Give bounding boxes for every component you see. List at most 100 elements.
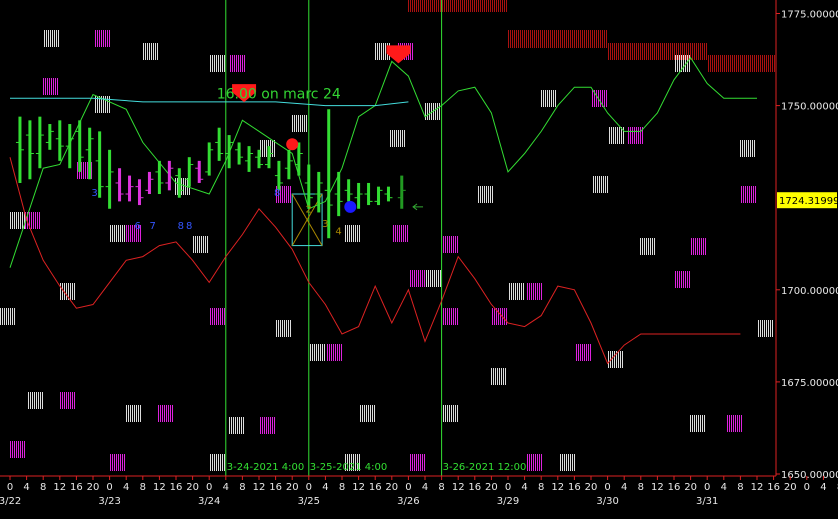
ohlc-bar <box>364 182 373 206</box>
wave-label: 8 <box>178 221 184 232</box>
x-hour-label: 4 <box>621 482 627 493</box>
x-hour-label: 4 <box>322 482 328 493</box>
x-hour-label: 8 <box>239 482 245 493</box>
x-hour-label: 4 <box>721 482 727 493</box>
signal-dot-icon <box>344 200 357 213</box>
vertical-line-label: 3-24-2021 4:00 <box>227 462 304 473</box>
ohlc-bar <box>145 171 154 195</box>
x-hour-label: 8 <box>438 482 444 493</box>
x-hour-label: 8 <box>140 482 146 493</box>
series-line-2 <box>10 97 409 107</box>
ohlc-bar <box>65 124 74 169</box>
x-hour-label: 0 <box>704 482 710 493</box>
x-hour-label: 12 <box>53 482 66 493</box>
x-hour-label: 16 <box>468 482 481 493</box>
ohlc-bar <box>344 179 353 202</box>
ohlc-bar <box>165 160 174 191</box>
x-hour-label: 20 <box>585 482 598 493</box>
x-hour-label: 4 <box>223 482 229 493</box>
x-hour-label: 8 <box>737 482 743 493</box>
wave-label: 2 <box>305 204 311 215</box>
chart-annotation: 16.00 on marc 24 <box>217 87 341 103</box>
ohlc-bar <box>314 171 323 213</box>
ohlc-bar <box>225 135 234 169</box>
x-hour-label: 16 <box>668 482 681 493</box>
ohlc-bar <box>135 179 144 206</box>
y-tick-label: 1700.00000 <box>781 286 838 297</box>
x-hour-label: 20 <box>385 482 398 493</box>
ohlc-bar <box>125 175 134 202</box>
x-hour-label: 16 <box>70 482 83 493</box>
x-hour-label: 20 <box>485 482 498 493</box>
ohlc-bar <box>115 168 124 202</box>
ohlc-bar <box>384 186 393 202</box>
x-hour-label: 20 <box>87 482 100 493</box>
ohlc-bar <box>235 142 244 165</box>
x-hour-label: 16 <box>369 482 382 493</box>
ohlc-bar <box>397 175 406 209</box>
x-hour-label: 4 <box>123 482 129 493</box>
x-hour-label: 4 <box>422 482 428 493</box>
x-hour-label: 4 <box>23 482 29 493</box>
x-hour-label: 20 <box>286 482 299 493</box>
down-arrow-icon <box>386 45 411 64</box>
x-hour-label: 20 <box>784 482 797 493</box>
x-hour-label: 12 <box>551 482 564 493</box>
ohlc-bar <box>25 120 34 180</box>
ohlc-bar <box>35 116 44 169</box>
x-hour-label: 0 <box>405 482 411 493</box>
chart-canvas: 3-24-2021 4:00 3-25-2021 4:00 3-26-2021 12… <box>0 0 838 507</box>
wave-label: 8 <box>274 188 280 199</box>
x-date-label: 3/31 <box>696 496 718 507</box>
ohlc-bar <box>284 149 293 180</box>
x-hour-label: 16 <box>767 482 780 493</box>
x-date-label: 3/22 <box>0 496 21 507</box>
last-price-label: 1724.31999 <box>779 196 838 207</box>
ohlc-bar <box>245 146 254 172</box>
x-hour-label: 12 <box>651 482 664 493</box>
ohlc-bar <box>15 116 24 183</box>
wave-label: 7 <box>149 221 155 232</box>
x-hour-label: 16 <box>269 482 282 493</box>
x-hour-label: 4 <box>820 482 826 493</box>
x-hour-label: 0 <box>106 482 112 493</box>
x-date-label: 3/29 <box>497 496 519 507</box>
ohlc-bar <box>215 127 224 161</box>
x-hour-label: 16 <box>568 482 581 493</box>
x-hour-label: 8 <box>638 482 644 493</box>
signal-dot-icon <box>286 138 299 151</box>
x-hour-label: 8 <box>538 482 544 493</box>
y-tick-label: 1650.00000 <box>781 470 838 481</box>
x-hour-label: 12 <box>751 482 764 493</box>
wave-label: 3 <box>322 219 328 230</box>
ohlc-bar <box>334 171 343 217</box>
x-hour-label: 0 <box>604 482 610 493</box>
ohlc-bar <box>185 157 194 187</box>
x-hour-label: 0 <box>206 482 212 493</box>
x-date-label: 3/26 <box>397 496 419 507</box>
x-hour-label: 16 <box>170 482 183 493</box>
x-hour-label: 20 <box>684 482 697 493</box>
ohlc-bar <box>255 149 263 169</box>
x-hour-label: 0 <box>7 482 13 493</box>
hatch-pattern-layer <box>0 0 775 471</box>
x-hour-label: 4 <box>521 482 527 493</box>
vertical-line-label: 3-26-2021 12:00 <box>443 462 527 473</box>
ohlc-bar <box>304 164 313 209</box>
x-date-label: 3/25 <box>298 496 320 507</box>
ohlc-bar <box>45 124 54 150</box>
x-date-label: 3/24 <box>198 496 220 507</box>
x-date-label: 3/30 <box>596 496 618 507</box>
ohlc-bar <box>195 160 204 183</box>
wave-label: 6 <box>135 221 141 232</box>
x-hour-label: 8 <box>40 482 46 493</box>
x-hour-label: 12 <box>253 482 266 493</box>
ohlc-bar <box>274 160 283 191</box>
x-hour-label: 20 <box>186 482 199 493</box>
x-hour-label: 12 <box>153 482 166 493</box>
x-hour-label: 0 <box>804 482 810 493</box>
x-hour-label: 8 <box>339 482 345 493</box>
ohlc-bar <box>85 127 94 180</box>
ohlc-bar <box>55 120 64 161</box>
x-hour-label: 0 <box>505 482 511 493</box>
